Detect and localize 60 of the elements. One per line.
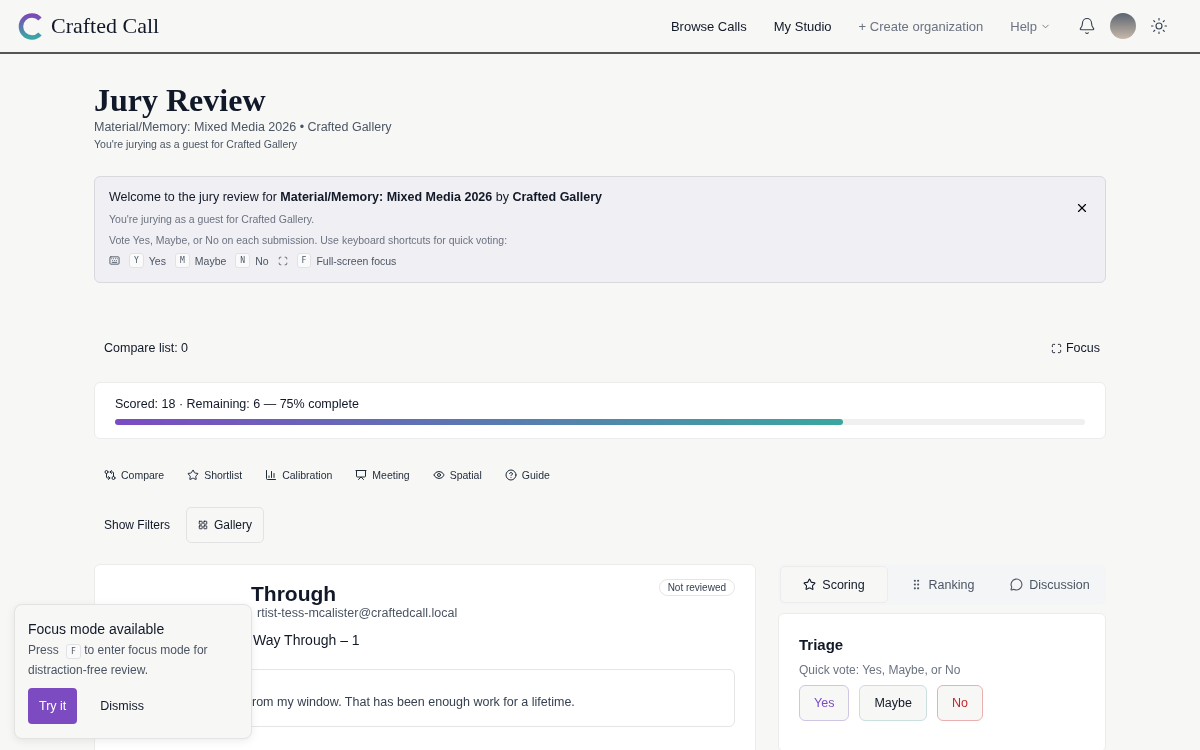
key-cap: N [235,253,251,268]
page-subtitle: Material/Memory: Mixed Media 2026 • Crafted Gallery [94,120,393,134]
toast-title: Focus mode available [28,621,166,637]
nav-link[interactable]: Help [1010,18,1051,34]
sun-icon[interactable] [1150,17,1168,35]
avatar[interactable] [1110,13,1136,39]
nav-link[interactable]: My Studio [773,18,832,34]
tool-button[interactable]: Spatial [432,469,482,481]
tool-button[interactable]: Guide [504,469,550,481]
logo-icon [18,12,45,40]
grid-icon [198,520,209,530]
tab[interactable]: Discussion [996,566,1104,603]
triage-hint: Quick vote: Yes, Maybe, or No [799,663,962,677]
shortcut-label: Yes [148,254,166,267]
filters-button[interactable]: Show Filters [104,518,171,532]
keyboard-icon [109,255,120,266]
page-title: Jury Review [94,82,267,118]
shortcut-label: No [255,254,269,267]
banner-title: Welcome to the jury review for Material/Memory: Mixed Media 2026 by Crafted Gallery [109,190,604,204]
focus-button[interactable]: Focus [1044,340,1106,356]
bell-icon[interactable] [1078,17,1096,35]
banner-text: You're jurying as a guest for Crafted Gallery. [109,213,316,225]
bar-chart-icon [265,469,278,481]
key-cap: F [296,253,312,268]
tool-button[interactable]: Compare [104,469,165,481]
vote-button[interactable]: Maybe [859,685,927,721]
submission-title: Through [251,582,337,606]
progress-label: Scored: 18 · Remaining: 6 — 75% complete [115,397,360,411]
star-icon [803,578,817,591]
artist-email: rtist-tess-mcalister@craftedcall.local [256,606,459,620]
triage-title: Triage [799,636,845,653]
tool-button[interactable]: Meeting [355,469,410,481]
nav-link[interactable]: Browse Calls [670,18,747,34]
compare-arrows-icon [104,469,116,481]
key-cap: M [174,253,190,268]
compare-count: Compare list: 0 [104,341,189,355]
tool-button[interactable]: Calibration [265,469,333,481]
brand-name: Crafted Call [51,13,160,39]
expand-icon [1050,342,1062,354]
expand-icon [277,255,288,266]
tab[interactable]: Ranking [888,566,996,603]
vote-button[interactable]: Yes [799,685,850,721]
banner-text: Vote Yes, Maybe, or No on each submission. Use keyboard shortcuts for quick voting: [109,234,509,246]
shortcut-label: Maybe [194,254,227,267]
nav-link[interactable]: + Create organization [858,18,984,34]
presentation-icon [355,469,368,481]
shortcut-label: Full-screen focus [316,254,397,267]
star-icon [187,469,200,481]
help-icon [504,469,517,481]
chat-bubble-icon [1010,578,1024,591]
key-cap: Y [129,253,144,268]
eye-icon [432,469,445,481]
vote-button[interactable]: No [936,685,983,721]
tool-button[interactable]: Shortlist [187,469,243,481]
close-button[interactable] [1075,201,1089,215]
tab[interactable]: Scoring [780,566,888,603]
guest-note: You're jurying as a guest for Crafted Gallery [94,138,298,150]
try-button[interactable]: Try it [28,688,78,724]
gallery-button[interactable]: Gallery [186,507,265,543]
work-title: Way Through – 1 [252,632,361,648]
